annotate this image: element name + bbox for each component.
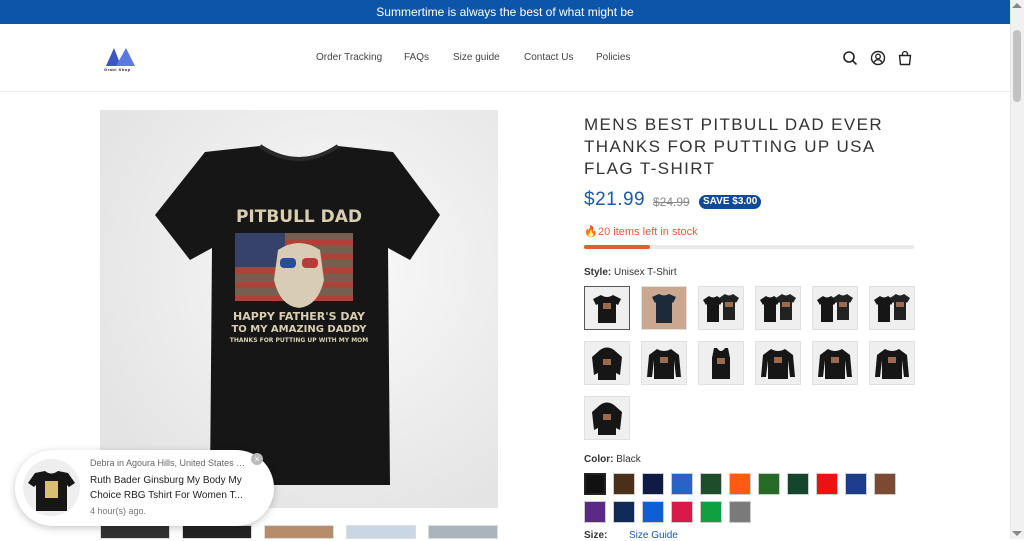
color-swatch[interactable] bbox=[642, 473, 664, 495]
shirt-headline: PITBULL DAD bbox=[236, 207, 362, 227]
color-swatch[interactable] bbox=[613, 473, 635, 495]
color-swatch[interactable] bbox=[787, 473, 809, 495]
account-icon[interactable] bbox=[870, 50, 886, 66]
popup-time: 4 hour(s) ago. bbox=[90, 506, 147, 516]
size-label: Size: bbox=[584, 530, 608, 541]
style-option-tanktop[interactable] bbox=[698, 341, 744, 385]
color-swatch[interactable] bbox=[758, 473, 780, 495]
nav-faqs[interactable]: FAQs bbox=[404, 52, 429, 63]
style-option-tshirt-pair[interactable] bbox=[755, 286, 801, 330]
style-label-row: Style: Unisex T-Shirt bbox=[584, 267, 677, 278]
color-label: Color: bbox=[584, 454, 614, 465]
shirt-line-4: THANKS FOR PUTTING UP WITH MY MOM bbox=[230, 337, 368, 344]
color-swatch[interactable] bbox=[700, 501, 722, 523]
scroll-down-icon[interactable] bbox=[1012, 531, 1022, 536]
nav-contact-us[interactable]: Contact Us bbox=[524, 52, 573, 63]
scroll-up-icon[interactable] bbox=[1012, 3, 1022, 8]
style-option-tshirt-pair[interactable] bbox=[869, 286, 915, 330]
product-title: MENS BEST PITBULL DAD EVER THANKS FOR PU… bbox=[584, 115, 884, 178]
nav-order-tracking[interactable]: Order Tracking bbox=[316, 52, 382, 63]
fire-icon: 🔥 bbox=[584, 226, 598, 238]
style-option-hoodie[interactable] bbox=[584, 396, 630, 440]
color-swatch[interactable] bbox=[671, 473, 693, 495]
color-swatch[interactable] bbox=[845, 473, 867, 495]
color-swatch[interactable] bbox=[671, 501, 693, 523]
tshirt-graphic: PITBULL DAD HAPPY FATHER'S DAY TO MY AMA… bbox=[155, 144, 440, 485]
nav-policies[interactable]: Policies bbox=[596, 52, 630, 63]
style-option-hoodie[interactable] bbox=[584, 341, 630, 385]
color-label-row: Color: Black bbox=[584, 454, 641, 465]
color-swatch[interactable] bbox=[729, 473, 751, 495]
recent-purchase-popup[interactable]: Debra in Agoura Hills, United States p..… bbox=[15, 450, 274, 526]
main-product-image[interactable]: PITBULL DAD HAPPY FATHER'S DAY TO MY AMA… bbox=[100, 110, 498, 508]
gallery-thumb[interactable] bbox=[264, 525, 334, 539]
color-swatch[interactable] bbox=[584, 501, 606, 523]
color-swatch[interactable] bbox=[874, 473, 896, 495]
shirt-line-3: TO MY AMAZING DADDY bbox=[231, 324, 367, 335]
scrollbar-thumb[interactable] bbox=[1013, 30, 1021, 102]
product-price: $21.99 bbox=[584, 189, 646, 210]
style-option-longsleeve[interactable] bbox=[755, 341, 801, 385]
brand-name: Grabl Shop bbox=[104, 67, 131, 72]
style-option-tshirt-pair[interactable] bbox=[698, 286, 744, 330]
compare-price: $24.99 bbox=[653, 195, 690, 209]
cart-icon[interactable] bbox=[897, 50, 913, 66]
style-option-tshirt-pair[interactable] bbox=[812, 286, 858, 330]
color-swatch[interactable] bbox=[613, 501, 635, 523]
gallery-thumb[interactable] bbox=[182, 525, 252, 539]
color-swatch[interactable] bbox=[729, 501, 751, 523]
style-option-sweatshirt[interactable] bbox=[812, 341, 858, 385]
style-option-tshirt-lifestyle[interactable] bbox=[641, 286, 687, 330]
close-icon[interactable]: × bbox=[251, 453, 263, 465]
color-swatch[interactable] bbox=[642, 501, 664, 523]
popup-location: Debra in Agoura Hills, United States p..… bbox=[90, 458, 248, 468]
site-header: Grabl Shop Order Tracking FAQs Size guid… bbox=[0, 24, 1010, 92]
gallery-thumb[interactable] bbox=[100, 525, 170, 539]
style-value: Unisex T-Shirt bbox=[614, 267, 677, 278]
style-option-longsleeve[interactable] bbox=[641, 341, 687, 385]
gallery-thumb[interactable] bbox=[346, 525, 416, 539]
search-icon[interactable] bbox=[842, 50, 858, 66]
style-option-tshirt[interactable] bbox=[584, 286, 630, 330]
stock-progress bbox=[584, 245, 914, 249]
color-swatch[interactable] bbox=[816, 473, 838, 495]
color-swatch[interactable] bbox=[700, 473, 722, 495]
save-badge: SAVE $3.00 bbox=[699, 195, 762, 209]
stock-message: 20 items left in stock bbox=[598, 226, 698, 238]
color-swatch[interactable] bbox=[584, 473, 606, 495]
stock-progress-fill bbox=[584, 245, 650, 249]
style-label: Style: bbox=[584, 267, 612, 278]
color-value: Black bbox=[616, 454, 641, 465]
popup-product-image bbox=[23, 459, 80, 516]
size-guide-link[interactable]: Size Guide bbox=[629, 530, 678, 541]
announcement-bar: Summertime is always the best of what mi… bbox=[0, 0, 1010, 24]
nav-size-guide[interactable]: Size guide bbox=[453, 52, 500, 63]
style-option-sweatshirt[interactable] bbox=[869, 341, 915, 385]
shirt-line-2: HAPPY FATHER'S DAY bbox=[233, 310, 366, 323]
popup-product-name[interactable]: Ruth Bader Ginsburg My Body My Choice RB… bbox=[90, 473, 260, 503]
gallery-thumb[interactable] bbox=[428, 525, 498, 539]
